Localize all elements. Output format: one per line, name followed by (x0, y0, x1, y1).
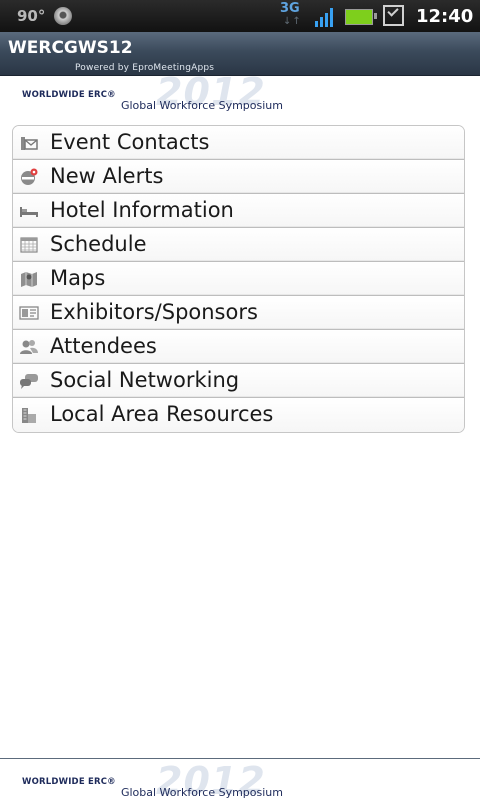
network-activity-arrows: ↓↑ (283, 16, 302, 27)
bed-icon (19, 202, 39, 220)
menu-item-social-networking[interactable]: Social Networking (13, 364, 464, 398)
chat-icon (19, 372, 39, 390)
network-type-icon: 3G ↓↑ (279, 1, 307, 31)
event-logo-banner-top: 2012 WORLDWIDE ERC® Global Workforce Sym… (0, 70, 480, 118)
menu-item-event-contacts[interactable]: Event Contacts (13, 126, 464, 160)
clock: 12:40 (416, 6, 474, 27)
menu-item-exhibitors-sponsors[interactable]: Exhibitors/Sponsors (13, 296, 464, 330)
logo-organization: WORLDWIDE ERC® (22, 90, 116, 100)
menu-item-new-alerts[interactable]: New Alerts (13, 160, 464, 194)
menu-item-label: Hotel Information (50, 198, 234, 222)
temperature-indicator: 90° (17, 7, 46, 25)
alert-icon (19, 168, 39, 186)
checkbox-notification-icon (383, 5, 404, 26)
page-title: WERCGWS12 (8, 38, 133, 58)
menu-item-label: Exhibitors/Sponsors (50, 300, 258, 324)
logo-event-name: Global Workforce Symposium (120, 99, 283, 112)
id-card-icon (19, 304, 39, 322)
logo-event-name: Global Workforce Symposium (120, 786, 283, 799)
notification-icon (54, 7, 72, 25)
calendar-icon (19, 236, 39, 254)
network-type-label: 3G (280, 1, 300, 16)
menu-item-schedule[interactable]: Schedule (13, 228, 464, 262)
map-icon (19, 270, 39, 288)
menu-item-local-area-resources[interactable]: Local Area Resources (13, 398, 464, 432)
menu-item-label: Attendees (50, 334, 157, 358)
battery-icon (345, 9, 377, 25)
people-icon (19, 338, 39, 356)
menu-item-hotel-information[interactable]: Hotel Information (13, 194, 464, 228)
buildings-icon (19, 406, 39, 424)
menu-item-label: Event Contacts (50, 130, 210, 154)
menu-item-label: New Alerts (50, 164, 164, 188)
event-logo-banner-bottom: 2012 WORLDWIDE ERC® Global Workforce Sym… (0, 758, 480, 803)
menu-item-attendees[interactable]: Attendees (13, 330, 464, 364)
menu-item-label: Maps (50, 266, 106, 290)
logo-organization: WORLDWIDE ERC® (22, 777, 116, 787)
main-menu: Event Contacts New Alerts Hotel Informat… (12, 125, 465, 433)
menu-item-label: Social Networking (50, 368, 240, 392)
menu-item-maps[interactable]: Maps (13, 262, 464, 296)
menu-item-label: Local Area Resources (50, 402, 274, 426)
contacts-icon (19, 134, 39, 152)
signal-strength-icon (315, 7, 337, 27)
status-bar: 90° 3G ↓↑ 12:40 (0, 0, 480, 32)
menu-item-label: Schedule (50, 232, 147, 256)
